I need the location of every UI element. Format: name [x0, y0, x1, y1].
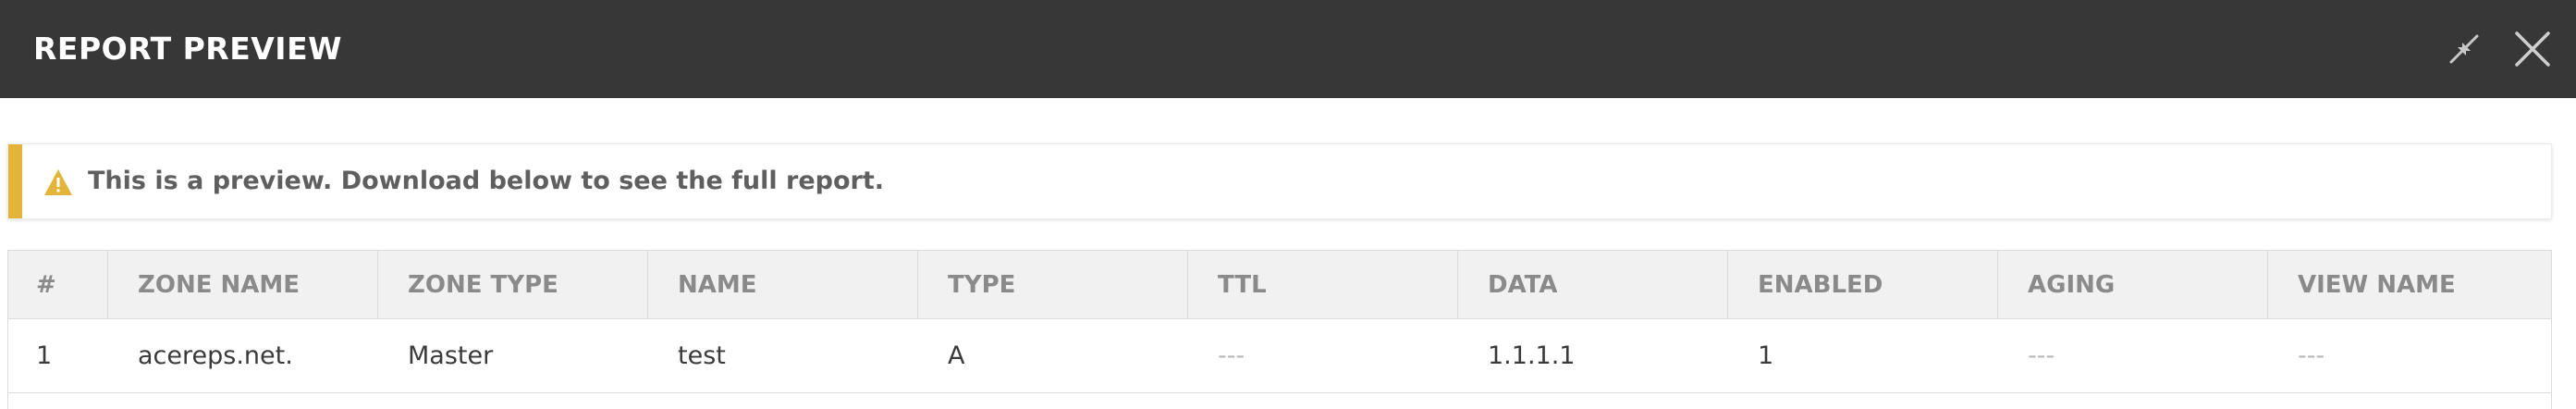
column-header-zone-type[interactable]: ZONE TYPE	[378, 251, 648, 318]
preview-notice: This is a preview. Download below to see…	[7, 143, 2552, 219]
cell-type: A	[948, 341, 965, 370]
column-header-data[interactable]: DATA	[1458, 251, 1728, 318]
notice-message: This is a preview. Download below to see…	[88, 167, 885, 195]
column-header-aging[interactable]: AGING	[1998, 251, 2268, 318]
table-row: 1 acereps.net. Master test A --- 1.1.1.1…	[8, 319, 2551, 393]
column-header-enabled[interactable]: ENABLED	[1728, 251, 1998, 318]
column-header-type[interactable]: TYPE	[918, 251, 1188, 318]
close-icon	[2515, 31, 2550, 67]
cell-name: test	[678, 341, 726, 370]
table-header: # ZONE NAME ZONE TYPE NAME TYPE TTL DATA…	[8, 251, 2551, 319]
dialog-title: REPORT PREVIEW	[33, 31, 343, 67]
cell-zone-name: acereps.net.	[138, 341, 293, 370]
cell-aging: ---	[2028, 341, 2055, 370]
cell-enabled: 1	[1758, 341, 1774, 370]
notice-accent-bar	[8, 144, 22, 218]
cell-zone-type: Master	[408, 341, 494, 370]
report-table: # ZONE NAME ZONE TYPE NAME TYPE TTL DATA…	[7, 250, 2552, 409]
collapse-button[interactable]	[2435, 20, 2493, 78]
cell-number: 1	[36, 341, 53, 370]
cell-data: 1.1.1.1	[1488, 341, 1576, 370]
collapse-icon	[2449, 34, 2479, 64]
cell-ttl: ---	[1218, 341, 1245, 370]
cell-view-name: ---	[2298, 341, 2325, 370]
column-header-ttl[interactable]: TTL	[1188, 251, 1458, 318]
column-header-name[interactable]: NAME	[648, 251, 918, 318]
warning-icon	[44, 169, 72, 195]
column-header-zone-name[interactable]: ZONE NAME	[108, 251, 378, 318]
dialog-header: REPORT PREVIEW	[0, 0, 2576, 98]
close-button[interactable]	[2504, 20, 2561, 78]
column-header-number[interactable]: #	[8, 251, 108, 318]
column-header-view-name[interactable]: VIEW NAME	[2268, 251, 2551, 318]
